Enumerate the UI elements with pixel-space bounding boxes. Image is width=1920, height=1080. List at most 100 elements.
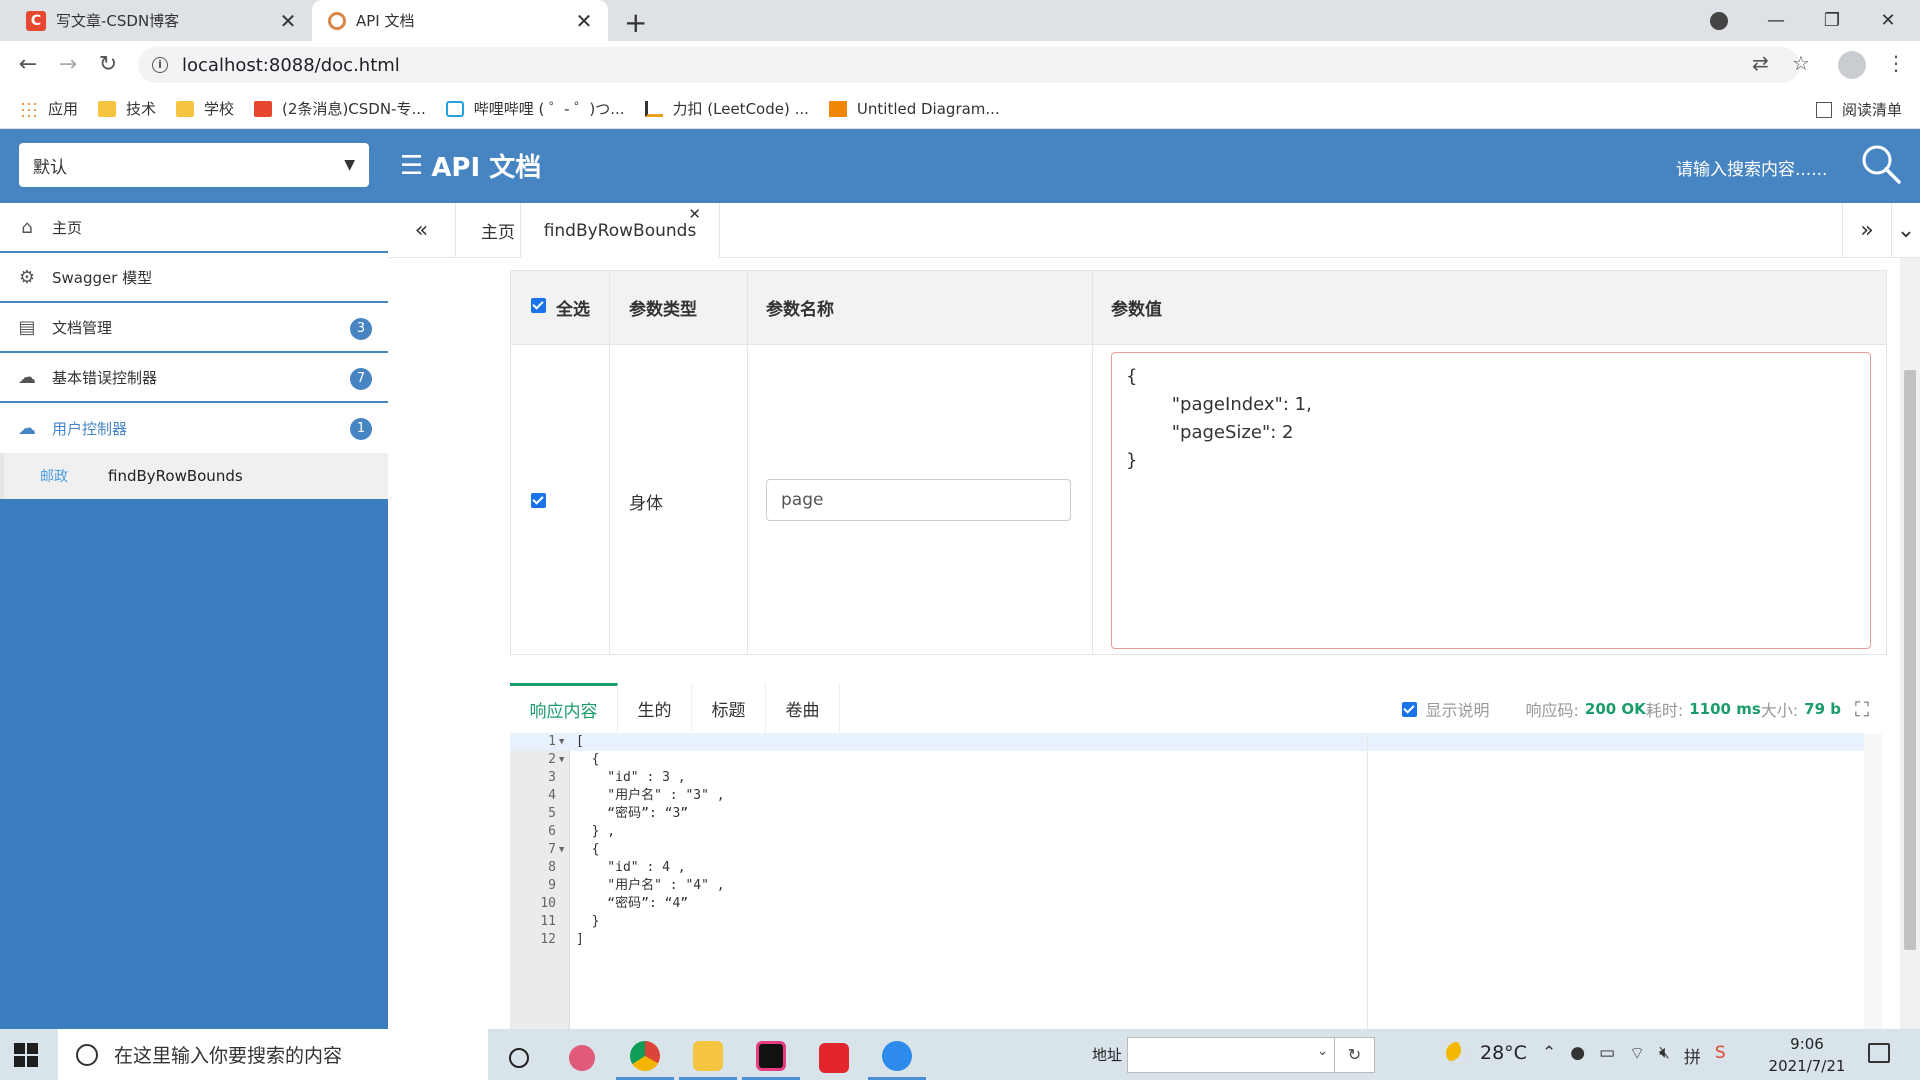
- tabs-scroll-left-icon[interactable]: «: [388, 203, 456, 258]
- bookmark-star-icon[interactable]: ☆: [1792, 51, 1810, 75]
- browser-tab-csdn[interactable]: C 写文章-CSDN博客 ✕: [10, 0, 312, 41]
- response-code-editor[interactable]: 1 ▼[2 ▼ {3 "id" : 3 ,4 "用户名" : "3" ,5 “密码”…: [510, 733, 1882, 1029]
- intellij-idea-icon[interactable]: [742, 1035, 800, 1080]
- bookmark-diagram[interactable]: Untitled Diagram...: [828, 100, 1000, 118]
- chrome-icon[interactable]: [616, 1035, 674, 1080]
- bookmark-bilibili[interactable]: 哔哩哔哩 ( ゜- ゜)つ...: [445, 98, 625, 119]
- taskbar-search-input[interactable]: 在这里输入你要搜索的内容: [58, 1029, 488, 1080]
- fold-arrow-icon[interactable]: ▼: [559, 733, 564, 751]
- qq-icon[interactable]: ●: [1570, 1043, 1585, 1068]
- weather-widget[interactable]: 28°C: [1446, 1042, 1527, 1064]
- csdn-logo-icon: [254, 100, 273, 117]
- menu-toggle-icon[interactable]: ☰: [400, 151, 423, 181]
- tab-curl[interactable]: 卷曲: [766, 683, 840, 733]
- tab-findbyrowbounds[interactable]: findByRowBounds ✕: [520, 203, 720, 258]
- sidebar-item-home[interactable]: ⌂ 主页: [0, 203, 388, 253]
- close-tab-icon[interactable]: ✕: [274, 9, 302, 33]
- tab-raw[interactable]: 生的: [618, 683, 692, 733]
- address-bar[interactable]: i localhost:8088/doc.html: [138, 47, 1800, 83]
- line-number: 4: [548, 788, 556, 803]
- bookmark-label: (2条消息)CSDN-专...: [282, 100, 426, 118]
- code-line: 9 "用户名" : "4" ,: [510, 877, 1882, 895]
- page-scrollbar[interactable]: [1900, 258, 1920, 1029]
- search-icon[interactable]: [1860, 143, 1902, 185]
- fold-arrow-icon[interactable]: ▼: [559, 751, 564, 769]
- sidebar-item-user-controller[interactable]: ☁ 用户控制器 1: [0, 403, 388, 453]
- show-description-checkbox[interactable]: [1402, 701, 1418, 717]
- bookmark-tech[interactable]: 技术: [98, 98, 156, 119]
- fold-arrow-icon[interactable]: ▼: [559, 841, 564, 859]
- restore-icon[interactable]: ❐: [1804, 10, 1860, 31]
- sidebar-item-doc-management[interactable]: ▤ 文档管理 3: [0, 303, 388, 353]
- bookmark-leetcode[interactable]: 力扣 (LeetCode) ...: [644, 98, 809, 119]
- tab-headers[interactable]: 标题: [692, 683, 766, 733]
- clock-date: 2021/7/21: [1768, 1057, 1846, 1075]
- forward-icon[interactable]: →: [52, 49, 84, 81]
- sidebar-item-label: Swagger 模型: [52, 268, 153, 287]
- task-view-icon[interactable]: [490, 1035, 548, 1080]
- feishu-icon[interactable]: [868, 1035, 926, 1080]
- tab-response-content[interactable]: 响应内容: [510, 683, 618, 733]
- chevron-up-icon[interactable]: ⌃: [1542, 1043, 1556, 1068]
- battery-icon[interactable]: ▭: [1599, 1043, 1615, 1068]
- param-checkbox[interactable]: [531, 493, 546, 508]
- fullscreen-icon[interactable]: ⛶: [1855, 697, 1869, 721]
- app-title: ☰ API 文档: [400, 147, 541, 184]
- param-value-textarea[interactable]: { "pageIndex": 1, "pageSize": 2 }: [1111, 352, 1871, 649]
- content-tabs-bar: « 主页 findByRowBounds ✕ » ⌄: [388, 203, 1920, 258]
- count-badge: 1: [350, 418, 372, 440]
- taskbar-address-input[interactable]: ⌄ ↻: [1127, 1037, 1375, 1073]
- window-controls: — ❐ ✕: [1748, 0, 1916, 41]
- reading-list[interactable]: 阅读清单: [1815, 99, 1902, 120]
- site-info-icon[interactable]: i: [152, 57, 168, 73]
- chevron-down-icon[interactable]: ⌄: [1317, 1044, 1328, 1059]
- search-input[interactable]: 请输入搜索内容......: [1676, 155, 1827, 180]
- tab-label: 标题: [711, 700, 746, 721]
- back-icon[interactable]: ←: [12, 49, 44, 81]
- close-window-icon[interactable]: ✕: [1860, 10, 1916, 31]
- reload-icon[interactable]: ↻: [92, 49, 124, 81]
- param-name-input[interactable]: page: [766, 479, 1071, 521]
- browser-tab-api-doc[interactable]: API 文档 ✕: [312, 0, 608, 41]
- home-icon: ⌂: [21, 216, 33, 238]
- sidebar-subitem-findbyrowbounds[interactable]: 邮政 findByRowBounds: [0, 453, 388, 499]
- tabs-scroll-right-icon[interactable]: »: [1842, 203, 1892, 258]
- code-line: 2 ▼ {: [510, 751, 1882, 769]
- tabs-menu-icon[interactable]: ⌄: [1892, 203, 1920, 258]
- editor-scrollbar[interactable]: [1864, 733, 1882, 1029]
- volume-muted-icon[interactable]: 🔇︎: [1659, 1043, 1670, 1068]
- reading-list-icon: [1815, 101, 1832, 118]
- close-icon[interactable]: ✕: [688, 205, 701, 223]
- bookmark-apps[interactable]: 应用: [20, 98, 78, 119]
- profile-avatar-icon[interactable]: [1838, 51, 1866, 79]
- close-tab-icon[interactable]: ✕: [570, 9, 598, 33]
- youdao-icon[interactable]: [805, 1035, 863, 1080]
- scrollbar-thumb[interactable]: [1904, 370, 1916, 950]
- new-tab-icon[interactable]: +: [624, 6, 647, 39]
- bookmark-school[interactable]: 学校: [176, 98, 234, 119]
- system-clock[interactable]: 9:06 2021/7/21: [1752, 1033, 1862, 1077]
- sidebar-item-basic-error-controller[interactable]: ☁ 基本错误控制器 7: [0, 353, 388, 403]
- windows-start-icon[interactable]: [14, 1043, 38, 1067]
- ime-icon[interactable]: 拼: [1684, 1043, 1701, 1068]
- group-select[interactable]: 默认 ▼: [19, 143, 369, 187]
- api-cloud-icon: ☁: [18, 417, 36, 439]
- download-indicator-icon[interactable]: [1710, 12, 1728, 30]
- browser-menu-icon[interactable]: ⋮: [1886, 51, 1906, 75]
- notification-center-icon[interactable]: [1868, 1043, 1890, 1063]
- file-explorer-icon[interactable]: [679, 1035, 737, 1080]
- network-icon[interactable]: ⌔: [1629, 1043, 1645, 1068]
- line-number: 3: [548, 770, 556, 785]
- refresh-icon[interactable]: ↻: [1334, 1038, 1374, 1072]
- csdn-tray-icon[interactable]: S: [1715, 1043, 1726, 1068]
- minimize-icon[interactable]: —: [1748, 10, 1804, 31]
- code-line: 11 }: [510, 913, 1882, 931]
- size-label: 大小:: [1760, 701, 1799, 720]
- snipping-tool-icon[interactable]: [553, 1035, 611, 1080]
- sidebar-item-swagger-models[interactable]: ⚙ Swagger 模型: [0, 253, 388, 303]
- line-number: 2: [548, 752, 556, 767]
- sidebar-item-label: 文档管理: [52, 318, 113, 337]
- bookmark-csdn[interactable]: (2条消息)CSDN-专...: [254, 98, 426, 119]
- translate-icon[interactable]: ⇄: [1752, 51, 1769, 75]
- select-all-checkbox[interactable]: [531, 298, 546, 313]
